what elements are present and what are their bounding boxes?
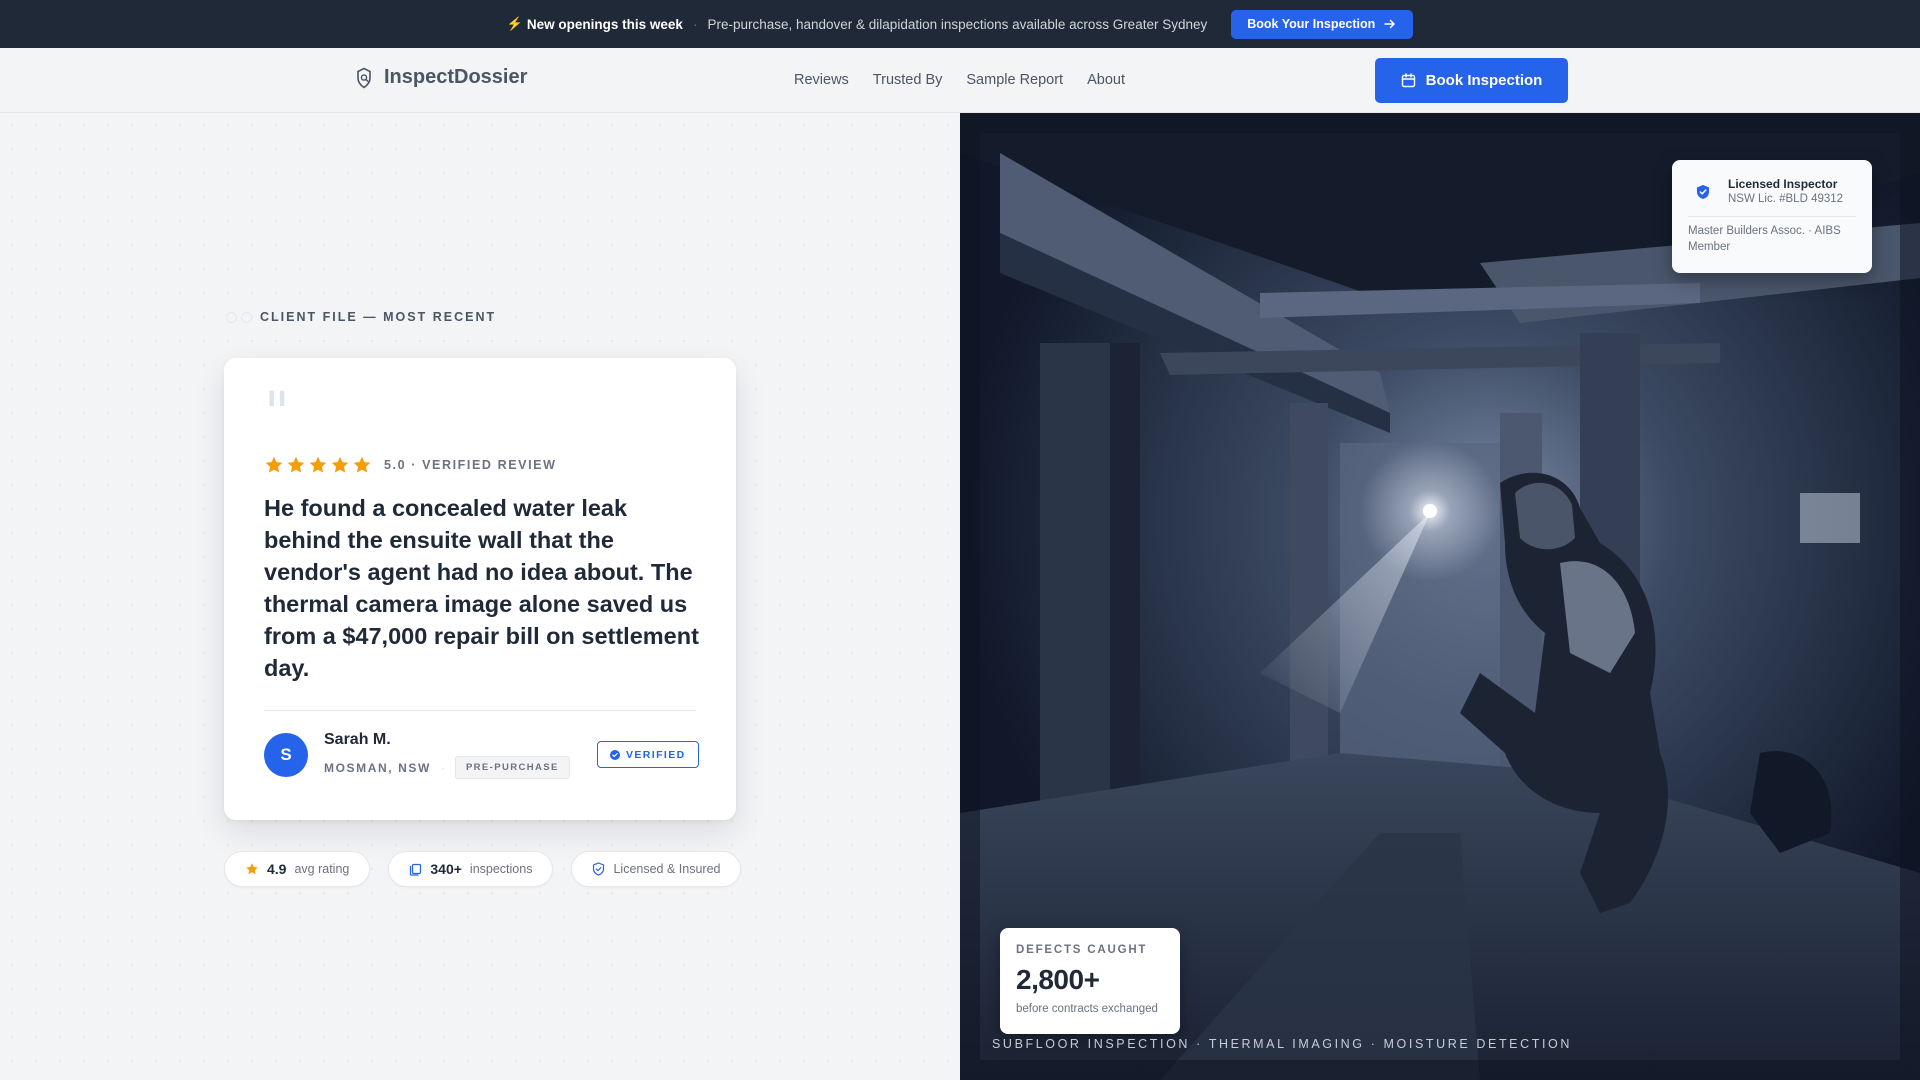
author-location: MOSMAN, NSW bbox=[324, 760, 431, 775]
nav-link-reviews[interactable]: Reviews bbox=[794, 72, 849, 88]
star-icon bbox=[309, 456, 327, 473]
rating-row: 5.0 · VERIFIED REVIEW bbox=[264, 455, 557, 475]
photo-caption: SUBFLOOR INSPECTION · THERMAL IMAGING · … bbox=[992, 1037, 1572, 1051]
avatar: S bbox=[264, 733, 308, 777]
book-inspection-button[interactable]: Book Inspection bbox=[1375, 58, 1568, 103]
license-associations: Master Builders Assoc. · AIBS Member bbox=[1688, 225, 1841, 253]
defects-sublabel: before contracts exchanged bbox=[1016, 1003, 1158, 1015]
star-icon bbox=[246, 863, 258, 875]
star-icon bbox=[353, 456, 371, 473]
review-divider bbox=[264, 710, 696, 711]
stat-value: 340+ bbox=[430, 861, 462, 877]
license-title: Licensed Inspector bbox=[1728, 177, 1838, 191]
stat-label: avg rating bbox=[294, 862, 350, 876]
star-icon bbox=[331, 456, 349, 473]
shield-check-icon bbox=[1697, 185, 1709, 199]
author-name: Sarah M. bbox=[324, 731, 391, 748]
nav-link-about[interactable]: About bbox=[1087, 72, 1125, 88]
stat-value: 4.9 bbox=[267, 861, 287, 877]
brand-name: InspectDossier bbox=[384, 66, 528, 88]
license-divider bbox=[1688, 216, 1856, 217]
lightning-icon: ⚡ bbox=[506, 16, 523, 31]
stats-pills: 4.9 avg rating 340+ inspections Licensed… bbox=[224, 851, 742, 887]
rating-label: 5.0 · VERIFIED REVIEW bbox=[384, 458, 557, 472]
stat-pill-rating: 4.9 avg rating bbox=[224, 851, 371, 887]
stat-pill-inspections: 340+ inspections bbox=[388, 851, 554, 887]
stat-pill-licensed: Licensed & Insured bbox=[571, 851, 742, 887]
nav-links: Reviews Trusted By Sample Report About bbox=[794, 72, 1125, 88]
client-file-eyebrow: CLIENT FILE — MOST RECENT bbox=[226, 310, 496, 324]
verified-badge: VERIFIED bbox=[597, 741, 699, 768]
arrow-right-icon bbox=[1384, 19, 1396, 29]
star-rating bbox=[264, 455, 372, 475]
announcement-separator: · bbox=[692, 16, 698, 32]
verified-label: VERIFIED bbox=[626, 748, 686, 761]
main-nav: InspectDossier Reviews Trusted By Sample… bbox=[0, 48, 1920, 113]
book-your-inspection-label: Book Your Inspection bbox=[1247, 17, 1376, 31]
star-icon bbox=[265, 456, 283, 473]
defects-value: 2,800+ bbox=[1016, 964, 1100, 995]
defects-label: DEFECTS CAUGHT bbox=[1016, 944, 1148, 956]
shield-icon bbox=[593, 862, 605, 876]
license-number: NSW Lic. #BLD 49312 bbox=[1728, 193, 1844, 205]
star-icon bbox=[287, 456, 305, 473]
defects-caught-card: DEFECTS CAUGHT 2,800+ before contracts e… bbox=[1000, 928, 1180, 1034]
announcement-message: Pre-purchase, handover & dilapidation in… bbox=[707, 16, 1208, 32]
shield-logo-icon bbox=[357, 67, 371, 88]
quote-mark-icon: " bbox=[264, 381, 290, 446]
licensed-inspector-card: Licensed Inspector NSW Lic. #BLD 49312 M… bbox=[1672, 160, 1872, 273]
eyebrow-text: CLIENT FILE — MOST RECENT bbox=[260, 310, 497, 324]
calendar-icon bbox=[1401, 73, 1415, 88]
book-inspection-label: Book Inspection bbox=[1425, 72, 1543, 89]
author-separator: · bbox=[440, 760, 445, 775]
nav-link-sample-report[interactable]: Sample Report bbox=[966, 72, 1063, 88]
inspection-type-badge: PRE-PURCHASE bbox=[454, 756, 570, 779]
brand-logo[interactable]: InspectDossier bbox=[356, 66, 527, 89]
nav-link-trusted-by[interactable]: Trusted By bbox=[873, 72, 943, 88]
book-your-inspection-button[interactable]: Book Your Inspection bbox=[1231, 9, 1414, 39]
check-circle-icon bbox=[610, 749, 620, 760]
stat-label: inspections bbox=[469, 862, 533, 876]
author-meta: MOSMAN, NSW · PRE-PURCHASE bbox=[324, 756, 570, 779]
stat-label: Licensed & Insured bbox=[613, 862, 721, 876]
clipboard-icon bbox=[410, 863, 422, 876]
review-quote: He found a concealed water leak behind t… bbox=[264, 495, 699, 681]
review-card: " 5.0 · VERIFIED REVIEW He found a conce… bbox=[224, 358, 736, 820]
eyebrow-dots bbox=[226, 311, 252, 323]
announcement-bar: ⚡ New openings this week · Pre-purchase,… bbox=[0, 0, 1920, 48]
announcement-headline: New openings this week bbox=[526, 16, 683, 32]
